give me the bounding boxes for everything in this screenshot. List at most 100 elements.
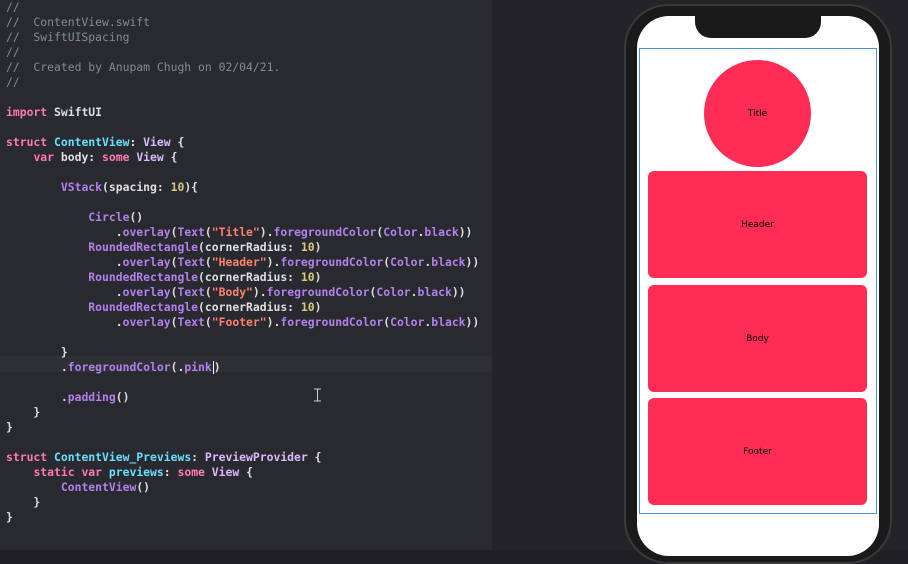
preview-body-rect[interactable]: Body [648,285,867,392]
code-token: Circle [88,210,130,224]
preview-footer-rect[interactable]: Footer [648,398,867,505]
code-line[interactable]: import SwiftUI [6,105,102,120]
code-token: some [177,465,205,479]
code-token: overlay [122,315,171,329]
code-editor[interactable]: //// ContentView.swift// SwiftUISpacing /… [0,0,492,550]
code-token: black [417,285,452,299]
code-token: "Title" [211,225,260,239]
code-line[interactable]: RoundedRectangle(cornerRadius: 10) [6,240,321,255]
code-line[interactable]: } [6,420,13,435]
code-token: // Created by Anupam Chugh on 02/04/21. [6,60,281,74]
code-line[interactable]: static var previews: some View { [6,465,253,480]
code-token: foregroundColor [67,360,171,374]
code-line[interactable]: VStack(spacing: 10){ [6,180,198,195]
code-line[interactable]: ContentView() [6,480,150,495]
preview-footer-label: Footer [743,446,772,457]
code-line[interactable]: // ContentView.swift [6,15,150,30]
code-line[interactable]: } [6,345,68,360]
code-line[interactable]: // SwiftUISpacing [6,30,129,45]
code-line[interactable]: RoundedRectangle(cornerRadius: 10) [6,270,321,285]
code-token: ) [314,300,322,314]
code-token: ). [266,255,281,269]
code-token: Text [177,255,205,269]
code-token: // SwiftUISpacing [6,30,130,44]
code-token: ( [204,315,212,329]
code-token: RoundedRectangle [88,240,199,254]
code-token: ContentView [54,135,130,149]
code-token: Color [376,285,411,299]
code-token: black [431,255,466,269]
code-line[interactable]: } [6,510,13,525]
code-line[interactable]: var body: some View { [6,150,177,165]
device-screen: Title Header Body Footer [637,16,879,556]
code-line[interactable]: Circle() [6,210,143,225]
code-line[interactable]: .foregroundColor(.pink) [6,360,221,375]
code-line[interactable]: // [6,75,20,90]
code-token: VStack [60,180,103,194]
code-line[interactable]: .overlay(Text("Footer").foregroundColor(… [6,315,480,330]
code-token: ). [252,285,267,299]
code-token: PreviewProvider [204,450,308,464]
code-token: SwiftUI [47,105,103,119]
code-line[interactable]: .overlay(Text("Body").foregroundColor(Co… [6,285,466,300]
code-token: ) [314,240,322,254]
code-token: () [136,480,151,494]
code-token: () [129,210,144,224]
code-token: 10 [300,270,315,284]
code-token: : [191,450,205,464]
code-line[interactable]: // [6,45,20,60]
code-token: body: [54,150,103,164]
preview-title-label: Title [747,108,768,119]
code-token: View [211,465,240,479]
code-line[interactable]: .padding() [6,390,130,405]
code-token: . [6,255,123,269]
code-token: struct [6,450,48,464]
code-token: // [6,0,20,14]
code-token: . [410,285,418,299]
ibeam-cursor-icon [314,388,321,402]
code-line[interactable]: // Created by Anupam Chugh on 02/04/21. [6,60,280,75]
code-token: . [6,390,68,404]
code-token: )) [465,315,480,329]
code-token: } [6,420,13,434]
preview-title-circle[interactable]: Title [704,60,811,167]
code-token: foregroundColor [280,255,384,269]
code-line[interactable]: .overlay(Text("Header").foregroundColor(… [6,255,480,270]
code-line[interactable]: struct ContentView: View { [6,135,184,150]
code-line[interactable]: .overlay(Text("Title").foregroundColor(C… [6,225,473,240]
code-line[interactable]: // [6,0,20,15]
code-token: RoundedRectangle [88,300,199,314]
code-line[interactable]: } [6,405,40,420]
code-token: ( [204,255,212,269]
code-line[interactable]: struct ContentView_Previews: PreviewProv… [6,450,321,465]
code-token: { [170,135,185,149]
code-token: ){ [184,180,199,194]
code-line[interactable]: RoundedRectangle(cornerRadius: 10) [6,300,321,315]
code-token: Color [390,255,425,269]
code-token: overlay [122,225,171,239]
code-token: (cornerRadius: [198,240,301,254]
code-token: () [115,390,130,404]
code-token: static [33,465,75,479]
code-token: (. [170,360,185,374]
code-token: var [33,150,55,164]
code-token: ContentView [60,480,137,494]
code-token: )) [465,255,480,269]
code-line[interactable]: } [6,495,40,510]
code-token: . [6,285,123,299]
code-token: . [6,360,68,374]
code-token: ContentView_Previews [54,450,192,464]
code-token: . [6,225,123,239]
preview-header-rect[interactable]: Header [648,171,867,278]
code-token: . [6,315,123,329]
code-token: } [6,345,68,359]
code-token: foregroundColor [266,285,370,299]
